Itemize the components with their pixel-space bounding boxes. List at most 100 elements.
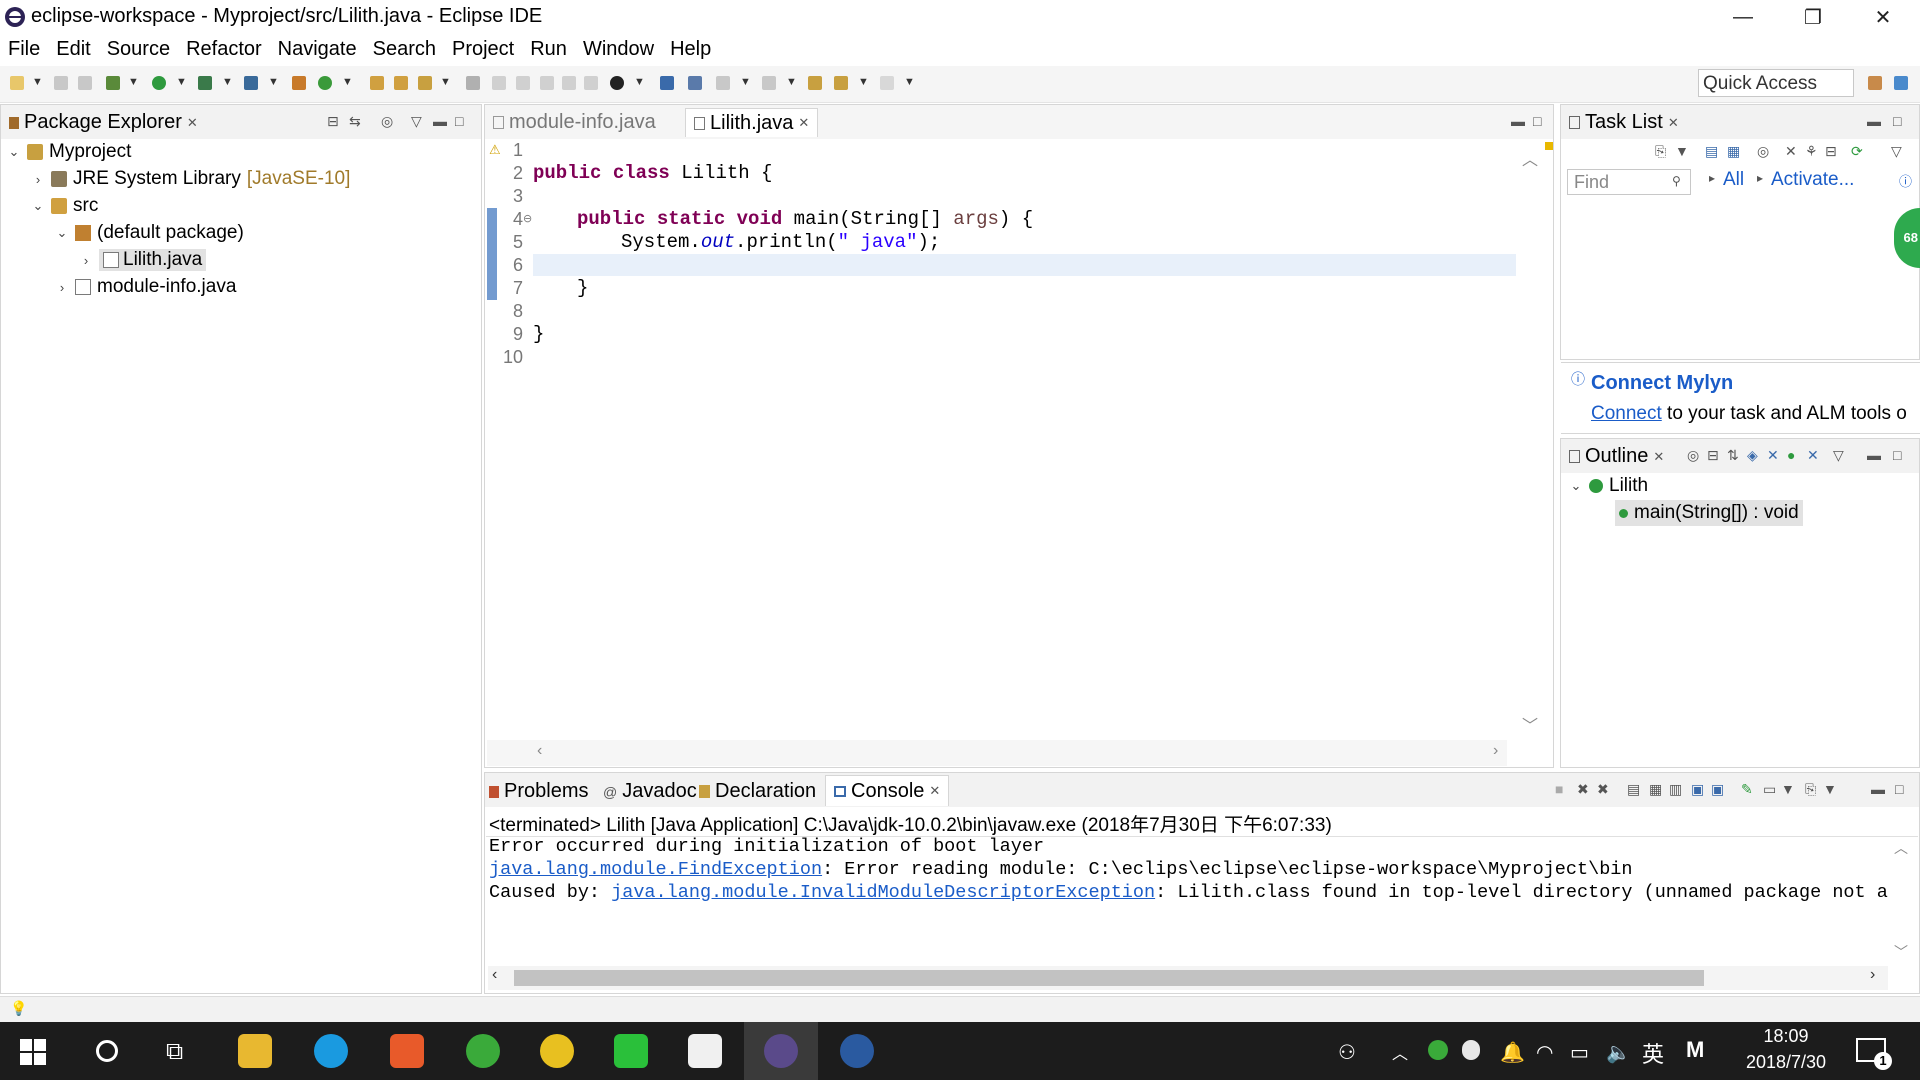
new-task-icon[interactable]: ⎘ [1655,143,1666,160]
ime-mode-indicator[interactable]: M [1686,1037,1704,1063]
tab-javadoc[interactable]: @ Javadoc [603,780,697,803]
open-console-icon[interactable]: ⎘ [1805,781,1816,798]
pin-editor-icon[interactable] [610,76,624,90]
hide-local-types-icon[interactable]: ✕ [1807,447,1819,464]
next-annotation-icon[interactable] [716,76,730,90]
skype-icon[interactable] [314,1034,348,1068]
expanded-chevron-icon[interactable]: ⌄ [1569,478,1583,494]
debug-icon[interactable] [106,76,120,90]
file-explorer-icon[interactable] [238,1034,272,1068]
back-icon[interactable] [834,76,848,90]
open-type-icon[interactable] [370,76,384,90]
collapse-all-icon[interactable]: ⊟ [1825,143,1837,160]
editor-horizontal-scrollbar[interactable]: ‹ › [487,740,1507,766]
menu-project[interactable]: Project [444,38,522,61]
collapsed-chevron-icon[interactable]: › [55,280,69,295]
maximize-button[interactable]: ❐ [1778,0,1848,34]
360-security-icon[interactable] [1428,1040,1448,1060]
menu-window[interactable]: Window [575,38,662,61]
view-menu-icon[interactable]: ▽ [1891,143,1902,160]
people-icon[interactable]: ⚇ [1338,1040,1356,1065]
clock-date[interactable]: 2018/7/30 [1728,1052,1844,1073]
run-dropdown-icon[interactable]: ▼ [176,76,187,88]
fold-toggle-icon[interactable]: ⊖ [523,212,532,225]
scroll-left-icon[interactable]: ‹ [537,742,542,760]
minimize-view-icon[interactable]: ▬ [1871,781,1885,797]
open-console-dropdown-icon[interactable]: ▼ [1823,781,1837,797]
tree-item-jre[interactable]: › JRE System Library [JavaSE-10] [31,166,351,192]
minimize-view-icon[interactable]: ▬ [1867,447,1881,463]
open-task-icon[interactable] [394,76,408,90]
minimize-button[interactable]: — [1708,0,1778,34]
notification-bell-icon[interactable]: 🔔 [1500,1040,1525,1065]
new-java-package-icon[interactable] [292,76,306,90]
skip-breakpoints-icon[interactable] [688,76,702,90]
tree-item-module-info[interactable]: › module-info.java [55,274,237,300]
maximize-view-icon[interactable]: □ [1533,113,1541,129]
remove-launch-icon[interactable]: ✖ [1577,781,1589,798]
task-list-tab[interactable]: Task List ✕ [1569,111,1679,134]
hide-fields-icon[interactable]: ◈ [1747,447,1758,464]
block-selection-icon[interactable] [516,76,530,90]
minimize-view-icon[interactable]: ▬ [433,113,447,129]
synchronize-icon[interactable]: ⟳ [1851,143,1863,160]
qq-browser-icon[interactable] [390,1034,424,1068]
link-with-editor-icon[interactable]: ⇆ [349,113,361,130]
coverage-icon[interactable] [198,76,212,90]
clock-time[interactable]: 18:09 [1736,1026,1836,1047]
remove-all-launches-icon[interactable]: ✖ [1597,781,1609,798]
help-icon[interactable]: ⓘ [1899,171,1912,190]
mylyn-connect-link[interactable]: Connect [1591,403,1662,424]
collapse-all-icon[interactable]: ⊟ [327,113,339,130]
eclipse-taskbar-icon[interactable] [764,1034,798,1068]
expanded-chevron-icon[interactable]: ⌄ [7,144,21,160]
close-button[interactable]: ✕ [1848,0,1918,34]
invalid-module-exception-link[interactable]: java.lang.module.InvalidModuleDescriptor… [611,882,1155,903]
menu-help[interactable]: Help [662,38,719,61]
all-tasks-link[interactable]: All [1723,169,1744,191]
outline-item-method[interactable]: main(String[]) : void [1615,500,1803,526]
word-wrap-icon[interactable]: ▥ [1669,781,1682,798]
close-tab-icon[interactable]: ✕ [929,783,940,799]
search-tool-icon[interactable] [418,76,432,90]
task-view-icon[interactable]: ⧉ [166,1038,183,1066]
close-tab-icon[interactable]: ✕ [1653,449,1664,465]
focus-workweek-icon[interactable]: ◎ [1757,143,1769,160]
display-console-dropdown-icon[interactable]: ▼ [1781,781,1795,797]
activate-task-link[interactable]: Activate... [1771,169,1854,191]
hide-static-icon[interactable]: ✕ [1767,447,1779,464]
menu-run[interactable]: Run [522,38,575,61]
show-on-stdout-icon[interactable]: ▣ [1691,781,1704,798]
sort-icon[interactable]: ⇅ [1727,447,1739,464]
clear-console-icon[interactable]: ▤ [1627,781,1640,798]
tree-item-default-package[interactable]: ⌄ (default package) [55,220,244,246]
menu-refactor[interactable]: Refactor [178,38,270,61]
maximize-view-icon[interactable]: □ [1893,113,1901,129]
wifi-icon[interactable]: ◠ [1536,1040,1553,1065]
maximize-view-icon[interactable]: □ [1895,781,1903,797]
hide-completed-icon[interactable]: ✕ [1785,143,1797,160]
scroll-left-icon[interactable]: ‹ [492,966,497,984]
terminate-icon[interactable]: ■ [1555,781,1563,797]
new-task-dropdown-icon[interactable]: ▼ [1675,143,1689,159]
minimize-view-icon[interactable]: ▬ [1511,113,1525,129]
outline-tab[interactable]: Outline ✕ [1569,445,1664,468]
categorized-icon[interactable]: ▤ [1705,143,1718,160]
expanded-chevron-icon[interactable]: ⌄ [55,225,69,241]
debug-dropdown-icon[interactable]: ▼ [128,76,139,88]
media-player-icon[interactable] [540,1034,574,1068]
external-tools-icon[interactable] [244,76,258,90]
mark-occurrences-icon[interactable] [492,76,506,90]
forward-dropdown-icon[interactable]: ▼ [904,76,915,88]
pilcrow-icon[interactable] [584,76,598,90]
tree-item-lilith-java[interactable]: › Lilith.java [79,247,207,273]
focus-icon[interactable]: ◎ [381,113,393,130]
maximize-view-icon[interactable]: □ [1893,447,1901,463]
tree-item-src[interactable]: ⌄ src [31,193,99,219]
menu-navigate[interactable]: Navigate [270,38,365,61]
task-find-input[interactable]: Find ⚲ [1567,169,1691,195]
java-perspective-icon[interactable] [1894,76,1908,90]
ime-indicator[interactable]: 英 [1642,1037,1664,1069]
remote-app-icon[interactable] [840,1034,874,1068]
tab-console[interactable]: Console ✕ [825,775,950,806]
